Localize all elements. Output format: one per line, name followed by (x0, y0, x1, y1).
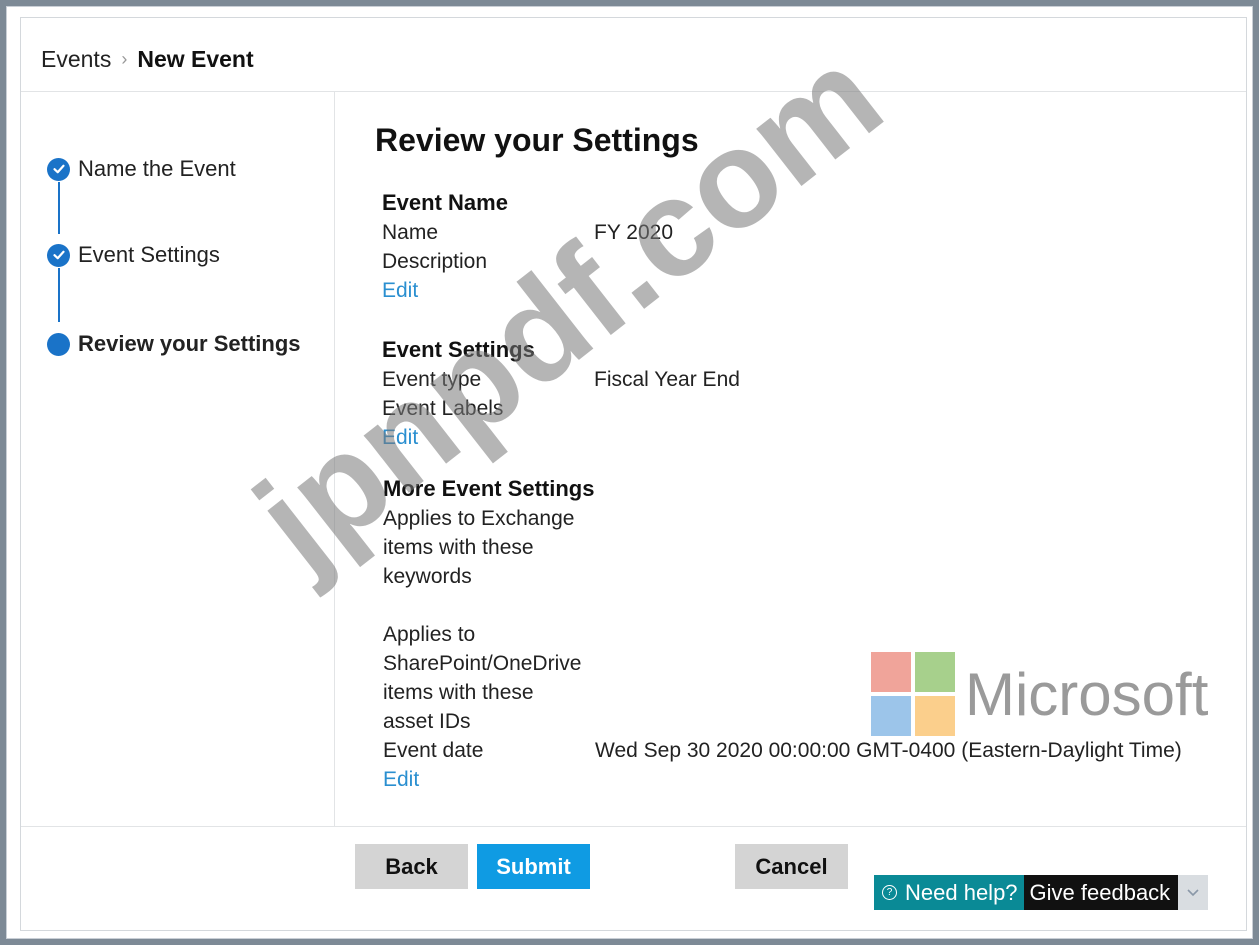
help-bar: ? Need help? Give feedback (874, 875, 1209, 910)
field-value: Wed Sep 30 2020 00:00:00 GMT-0400 (Easte… (595, 739, 1182, 762)
section-more-event-settings: More Event Settings Applies to Exchange … (383, 476, 1182, 794)
give-feedback-button[interactable]: Give feedback (1023, 875, 1179, 910)
window-frame: Events › New Event Name the Event Event … (6, 6, 1253, 939)
logo-square (915, 652, 955, 692)
step-name-the-event[interactable]: Name the Event (47, 156, 236, 182)
give-feedback-label: Give feedback (1029, 879, 1171, 905)
microsoft-wordmark: Microsoft (965, 660, 1209, 728)
edit-event-settings-link[interactable]: Edit (382, 423, 740, 452)
footer-divider (21, 826, 1246, 827)
field-key: Description (382, 250, 488, 273)
step-label: Name the Event (78, 156, 236, 181)
check-circle-icon (47, 157, 70, 181)
question-icon: ? (882, 885, 897, 900)
step-label: Event Settings (78, 242, 220, 267)
section-event-name: Event Name Name FY 2020 Description Edit (382, 190, 673, 305)
field-key: Event Labels (382, 397, 504, 420)
section-title: Event Settings (382, 337, 535, 362)
field-value: FY 2020 (594, 221, 674, 244)
wizard-panel: Events › New Event Name the Event Event … (20, 17, 1247, 931)
field-row: Description (382, 247, 673, 276)
sidebar-divider (334, 92, 335, 826)
field-row: Event type Fiscal Year End (382, 365, 740, 394)
need-help-button[interactable]: ? Need help? (874, 875, 1024, 910)
logo-square (871, 696, 911, 736)
back-button[interactable]: Back (355, 844, 468, 889)
breadcrumb: Events › New Event (41, 46, 254, 73)
field-key: Applies to (383, 623, 476, 646)
check-circle-icon (47, 243, 70, 267)
field-row: Event date Wed Sep 30 2020 00:00:00 GMT-… (383, 736, 1182, 765)
section-title: Event Name (382, 190, 508, 215)
step-review-your-settings[interactable]: Review your Settings (47, 331, 301, 357)
logo-square (871, 652, 911, 692)
field-row: Name FY 2020 (382, 218, 673, 247)
step-label: Review your Settings (78, 331, 301, 356)
field-key: Name (382, 221, 439, 244)
chevron-down-icon (1187, 888, 1199, 896)
field-value: Fiscal Year End (594, 368, 740, 391)
field-key: Event date (383, 739, 484, 762)
field-key: Applies to Exchange (383, 507, 575, 530)
logo-square (915, 696, 955, 736)
breadcrumb-events-link[interactable]: Events (41, 46, 111, 73)
breadcrumb-current: New Event (137, 46, 254, 72)
current-step-dot-icon (47, 332, 70, 356)
edit-event-name-link[interactable]: Edit (382, 276, 673, 305)
field-row: Event Labels (382, 394, 740, 423)
step-connector (58, 268, 60, 322)
submit-button[interactable]: Submit (477, 844, 590, 889)
section-title: More Event Settings (383, 476, 595, 501)
edit-more-settings-link[interactable]: Edit (383, 765, 1182, 794)
header-divider (21, 91, 1246, 92)
field-key: items with these (383, 536, 534, 559)
field-key: keywords (383, 565, 472, 588)
step-connector (58, 182, 60, 234)
need-help-label: Need help? (905, 879, 1018, 905)
page-title: Review your Settings (375, 122, 699, 158)
chevron-right-icon: › (121, 49, 128, 69)
microsoft-squares-icon (871, 652, 955, 736)
field-key: Event type (382, 368, 482, 391)
step-event-settings[interactable]: Event Settings (47, 242, 220, 268)
feedback-expand-button[interactable] (1178, 875, 1209, 910)
microsoft-logo: Microsoft (871, 652, 1208, 736)
section-event-settings: Event Settings Event type Fiscal Year En… (382, 337, 740, 452)
cancel-button[interactable]: Cancel (735, 844, 848, 889)
